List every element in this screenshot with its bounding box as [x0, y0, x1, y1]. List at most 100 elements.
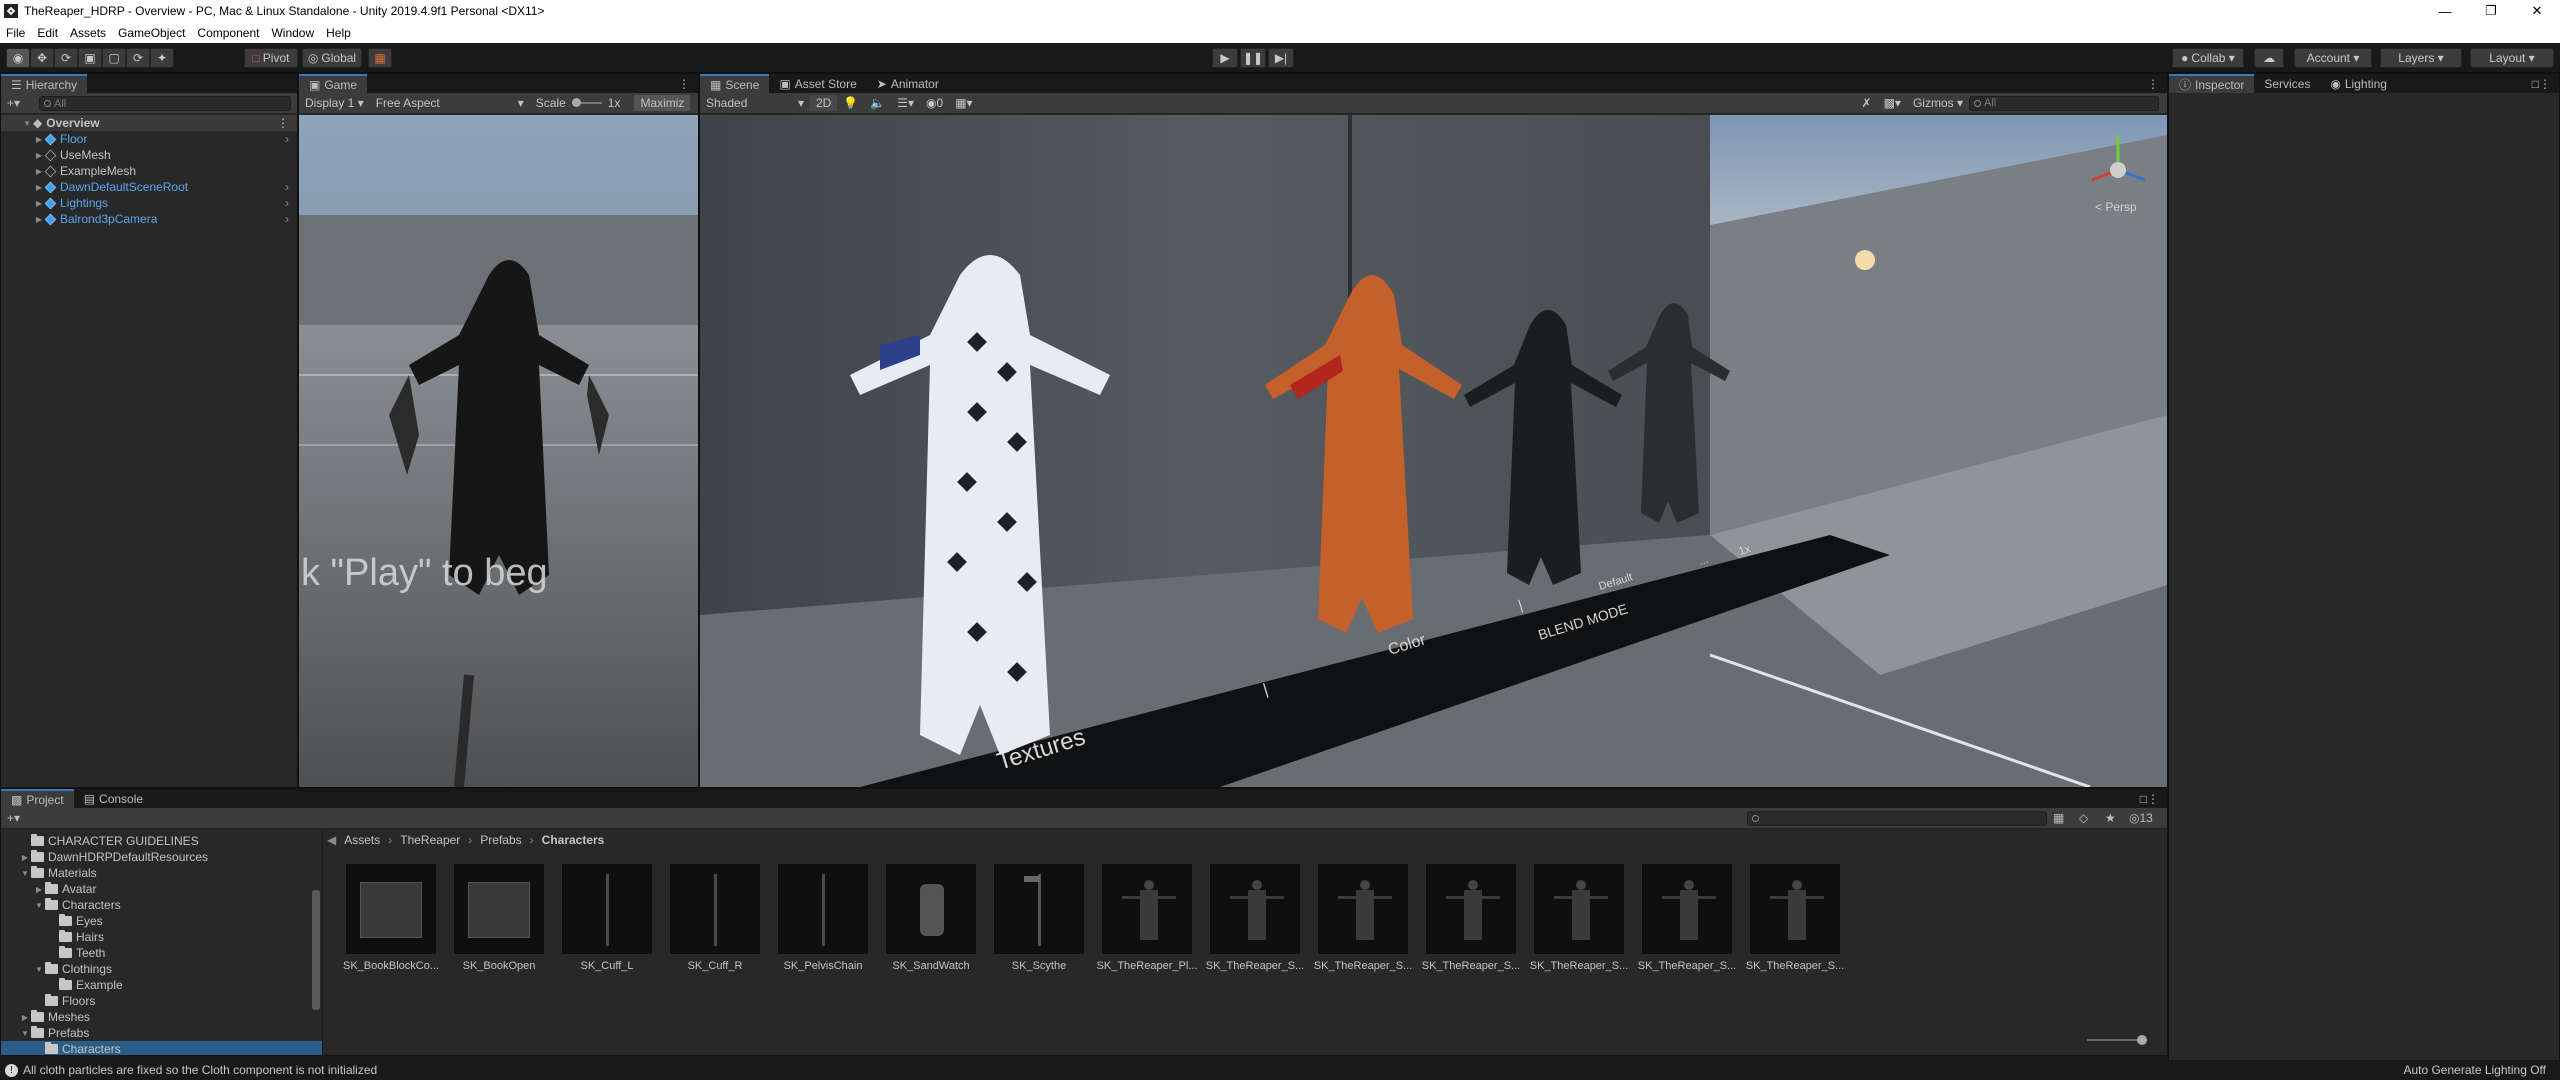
expand-arrow-icon[interactable]: ▶: [19, 1013, 31, 1022]
scene-menu-icon[interactable]: ⋮: [277, 116, 289, 130]
tab-console[interactable]: ▤ Console: [74, 789, 153, 808]
grid-toggle-icon[interactable]: ▦▾: [949, 95, 978, 111]
chevron-right-icon[interactable]: ›: [285, 196, 289, 210]
tab-inspector[interactable]: ⓘ Inspector: [2169, 74, 2255, 93]
project-search-input[interactable]: [1747, 811, 2047, 826]
scale-slider[interactable]: [571, 98, 602, 107]
effects-dropdown-icon[interactable]: ☰▾: [891, 95, 920, 111]
create-icon[interactable]: +▾: [7, 811, 20, 825]
asset-thumbnail[interactable]: [453, 863, 545, 955]
layout-dropdown[interactable]: Layout ▾: [2470, 48, 2554, 68]
filter-label-icon[interactable]: ◇: [2079, 811, 2088, 825]
tab-scene[interactable]: ▦ Scene: [700, 74, 770, 93]
panel-menu-icon[interactable]: ⋮: [2147, 77, 2159, 91]
asset-thumbnail[interactable]: [345, 863, 437, 955]
panel-menu-icon[interactable]: ⋮: [678, 77, 690, 91]
chevron-right-icon[interactable]: ›: [285, 180, 289, 194]
tab-game[interactable]: ▣ Game: [299, 74, 368, 93]
chevron-right-icon[interactable]: ›: [285, 132, 289, 146]
tab-animator[interactable]: ➤ Animator: [867, 74, 949, 93]
camera-icon[interactable]: ▩▾: [1878, 95, 1907, 111]
asset-thumbnail[interactable]: [1209, 863, 1301, 955]
tab-lighting[interactable]: ◉ Lighting: [2320, 74, 2397, 93]
favorite-star-icon[interactable]: ★: [2105, 811, 2116, 825]
hidden-packages-icon[interactable]: ◎13: [2129, 811, 2153, 825]
tools-icon[interactable]: ✗: [1856, 95, 1878, 111]
display-dropdown[interactable]: Display 1 ▾: [299, 95, 370, 111]
transform-tool-icon[interactable]: ⟳: [126, 48, 150, 68]
scene-row[interactable]: ▼ ◆ Overview ⋮: [1, 115, 297, 131]
shading-dropdown[interactable]: Shaded ▾: [700, 95, 810, 111]
restore-icon[interactable]: ❐: [2468, 0, 2514, 22]
folder-item[interactable]: Floors: [1, 993, 322, 1009]
expand-arrow-icon[interactable]: ▼: [19, 1029, 31, 1038]
account-dropdown[interactable]: Account ▾: [2294, 48, 2372, 68]
expand-arrow-icon[interactable]: ▼: [19, 869, 31, 878]
move-tool-icon[interactable]: ✥: [30, 48, 54, 68]
panel-menu-icon[interactable]: □⋮: [2140, 792, 2159, 806]
lighting-toggle-icon[interactable]: 💡: [837, 95, 864, 111]
maximize-on-play-toggle[interactable]: Maximiz: [634, 95, 691, 111]
play-button[interactable]: ▶: [1212, 48, 1238, 68]
pivot-toggle[interactable]: □ Pivot: [244, 48, 298, 68]
breadcrumb-characters[interactable]: Characters: [542, 833, 605, 847]
folder-item[interactable]: CHARACTER GUIDELINES: [1, 833, 322, 849]
rect-tool-icon[interactable]: ▢: [102, 48, 126, 68]
scene-search-input[interactable]: All: [1969, 95, 2159, 111]
hierarchy-search-input[interactable]: All: [39, 96, 291, 111]
folder-item[interactable]: Characters: [1, 1041, 322, 1055]
asset-thumbnail[interactable]: [777, 863, 869, 955]
menu-component[interactable]: Component: [191, 26, 265, 40]
breadcrumb-prefabs[interactable]: Prefabs: [480, 833, 521, 847]
menu-assets[interactable]: Assets: [64, 26, 112, 40]
minimize-icon[interactable]: —: [2422, 0, 2468, 22]
expand-arrow-icon[interactable]: ▶: [33, 885, 45, 894]
menu-gameobject[interactable]: GameObject: [112, 26, 191, 40]
folder-item[interactable]: Teeth: [1, 945, 322, 961]
auto-lighting-status[interactable]: Auto Generate Lighting Off: [2403, 1063, 2546, 1077]
audio-toggle-icon[interactable]: 🔈: [864, 95, 891, 111]
folder-item[interactable]: ▼ Characters: [1, 897, 322, 913]
filter-type-icon[interactable]: ▦: [2053, 811, 2064, 825]
expand-arrow-icon[interactable]: ▶: [19, 853, 31, 862]
collab-button[interactable]: ● Collab ▾: [2172, 48, 2244, 68]
asset-thumbnail[interactable]: [993, 863, 1085, 955]
menu-edit[interactable]: Edit: [31, 26, 64, 40]
add-icon[interactable]: +▾: [7, 96, 20, 110]
menu-window[interactable]: Window: [265, 26, 320, 40]
expand-arrow-icon[interactable]: ▼: [33, 965, 45, 974]
lock-icon[interactable]: □⋮: [2532, 77, 2551, 91]
light-gizmo-icon[interactable]: [1855, 250, 1875, 270]
2d-toggle[interactable]: 2D: [810, 95, 838, 111]
folder-item[interactable]: ▼ Materials: [1, 865, 322, 881]
hidden-objects-icon[interactable]: ◉ 0: [920, 95, 949, 111]
thumbnail-size-slider[interactable]: [2087, 1035, 2147, 1045]
expand-arrow-icon[interactable]: ▼: [33, 901, 45, 910]
scale-tool-icon[interactable]: ▣: [78, 48, 102, 68]
folder-item[interactable]: ▶ Avatar: [1, 881, 322, 897]
tree-scrollbar[interactable]: [312, 890, 320, 1010]
scene-viewport[interactable]: Textures | Color | BLEND MODE Default ..…: [700, 115, 2167, 787]
asset-thumbnail[interactable]: [1749, 863, 1841, 955]
game-viewport[interactable]: k "Play" to beg: [299, 115, 698, 787]
pause-button[interactable]: ❚❚: [1240, 48, 1266, 68]
folder-item[interactable]: Eyes: [1, 913, 322, 929]
tab-services[interactable]: Services: [2254, 74, 2320, 93]
rotate-tool-icon[interactable]: ⟳: [54, 48, 78, 68]
asset-thumbnail[interactable]: [1533, 863, 1625, 955]
asset-thumbnail[interactable]: [1641, 863, 1733, 955]
folder-item[interactable]: Example: [1, 977, 322, 993]
asset-thumbnail[interactable]: [1101, 863, 1193, 955]
folder-item[interactable]: ▼ Prefabs: [1, 1025, 322, 1041]
tab-hierarchy[interactable]: ☰ Hierarchy: [1, 74, 88, 93]
hierarchy-item[interactable]: ▶ ExampleMesh: [1, 163, 297, 179]
folder-item[interactable]: ▼ Clothings: [1, 961, 322, 977]
global-toggle[interactable]: ◎ Global: [302, 48, 362, 68]
menu-file[interactable]: File: [0, 26, 31, 40]
asset-thumbnail[interactable]: [561, 863, 653, 955]
hierarchy-item[interactable]: ▶ Lightings ›: [1, 195, 297, 211]
cloud-icon[interactable]: ☁: [2254, 48, 2284, 68]
grid-snap-icon[interactable]: ▦: [368, 48, 392, 68]
status-message[interactable]: All cloth particles are fixed so the Clo…: [23, 1063, 377, 1077]
custom-tool-icon[interactable]: ✦: [150, 48, 174, 68]
